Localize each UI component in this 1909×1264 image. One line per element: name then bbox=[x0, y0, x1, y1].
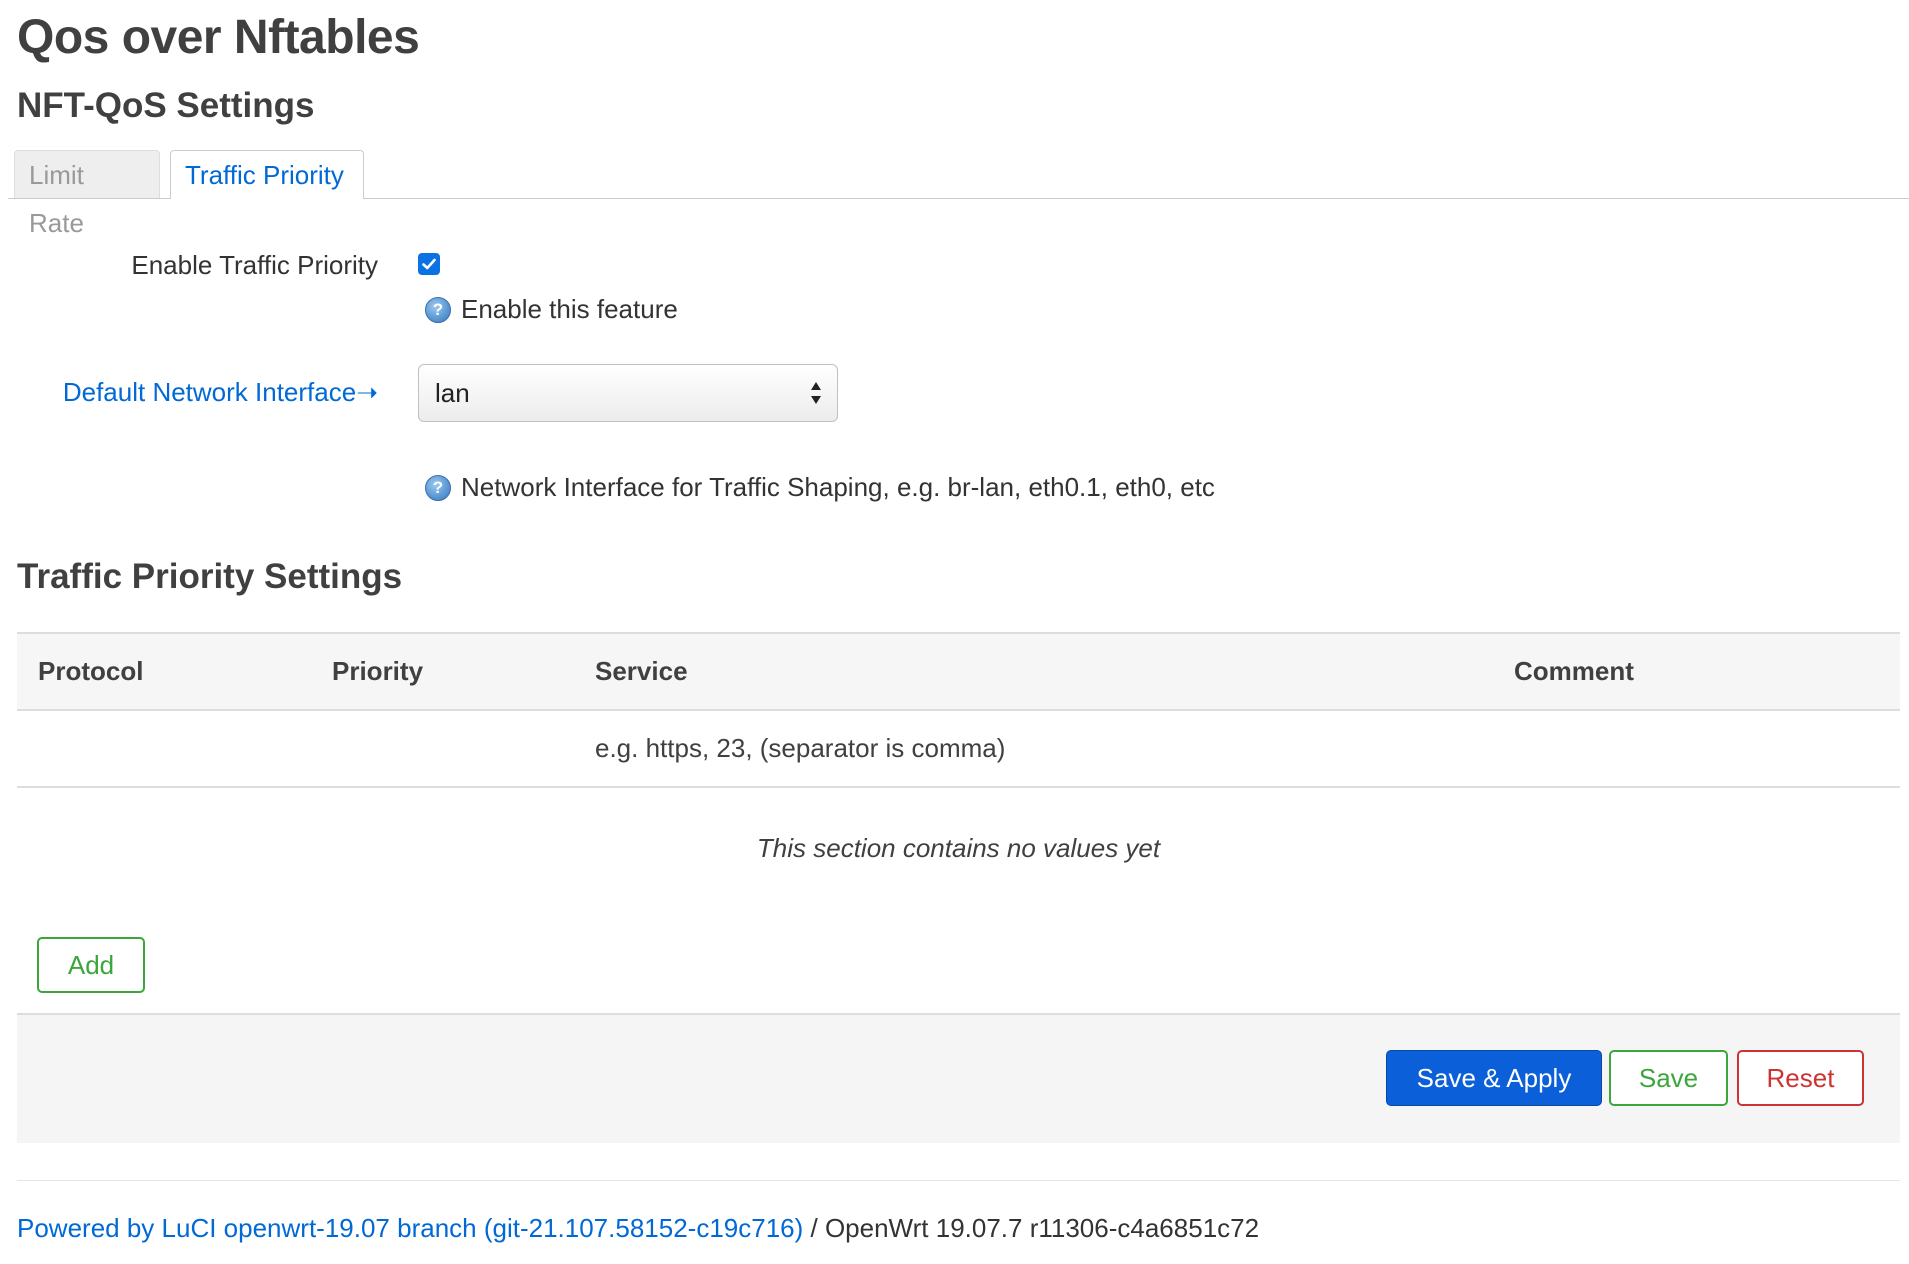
default-interface-select[interactable]: lan bbox=[418, 364, 838, 422]
page: Qos over Nftables NFT-QoS Settings Limit… bbox=[0, 0, 1909, 1264]
tab-traffic-priority[interactable]: Traffic Priority bbox=[170, 150, 364, 199]
save-button[interactable]: Save bbox=[1609, 1050, 1728, 1106]
add-button[interactable]: Add bbox=[37, 937, 145, 993]
column-priority: Priority bbox=[332, 656, 424, 686]
column-comment: Comment bbox=[1514, 656, 1634, 686]
help-icon: ? bbox=[425, 474, 451, 501]
enable-help-text: Enable this feature bbox=[461, 294, 678, 324]
priority-section-title: Traffic Priority Settings bbox=[17, 557, 403, 596]
page-title: Qos over Nftables bbox=[17, 11, 420, 64]
footer: Powered by LuCI openwrt-19.07 branch (gi… bbox=[17, 1213, 1259, 1244]
empty-section-message: This section contains no values yet bbox=[756, 833, 1161, 863]
reset-button[interactable]: Reset bbox=[1737, 1050, 1864, 1106]
priority-table: Protocol Priority Service Comment e.g. h… bbox=[17, 632, 1900, 908]
default-interface-value: lan bbox=[435, 378, 470, 408]
table-description-row: e.g. https, 23, (separator is comma) bbox=[17, 711, 1900, 788]
openwrt-version: / OpenWrt 19.07.7 r11306-c4a6851c72 bbox=[803, 1213, 1260, 1243]
footer-divider bbox=[17, 1180, 1900, 1181]
luci-link[interactable]: Powered by LuCI openwrt-19.07 branch (gi… bbox=[17, 1213, 803, 1243]
settings-section-title: NFT-QoS Settings bbox=[17, 86, 315, 125]
enable-traffic-priority-checkbox[interactable] bbox=[418, 253, 440, 275]
column-protocol: Protocol bbox=[38, 656, 144, 686]
column-service: Service bbox=[595, 656, 688, 686]
enable-help: ? Enable this feature bbox=[425, 294, 678, 325]
save-apply-button[interactable]: Save & Apply bbox=[1386, 1050, 1602, 1106]
default-interface-label[interactable]: Default Network Interface➝ bbox=[18, 377, 378, 408]
tab-bar: Limit Rate Traffic Priority bbox=[8, 150, 1909, 238]
enable-traffic-priority-label: Enable Traffic Priority bbox=[131, 250, 378, 280]
interface-help-text: Network Interface for Traffic Shaping, e… bbox=[461, 472, 1215, 502]
help-icon: ? bbox=[425, 296, 451, 323]
arrow-right-icon: ➝ bbox=[356, 377, 378, 407]
table-header: Protocol Priority Service Comment bbox=[17, 632, 1900, 711]
interface-help: ? Network Interface for Traffic Shaping,… bbox=[425, 472, 1215, 503]
checkmark-icon bbox=[422, 258, 436, 270]
service-hint: e.g. https, 23, (separator is comma) bbox=[595, 733, 1006, 763]
select-arrows-icon bbox=[811, 382, 821, 404]
tab-limit-rate[interactable]: Limit Rate bbox=[14, 150, 160, 238]
default-interface-label-text: Default Network Interface bbox=[62, 377, 357, 407]
